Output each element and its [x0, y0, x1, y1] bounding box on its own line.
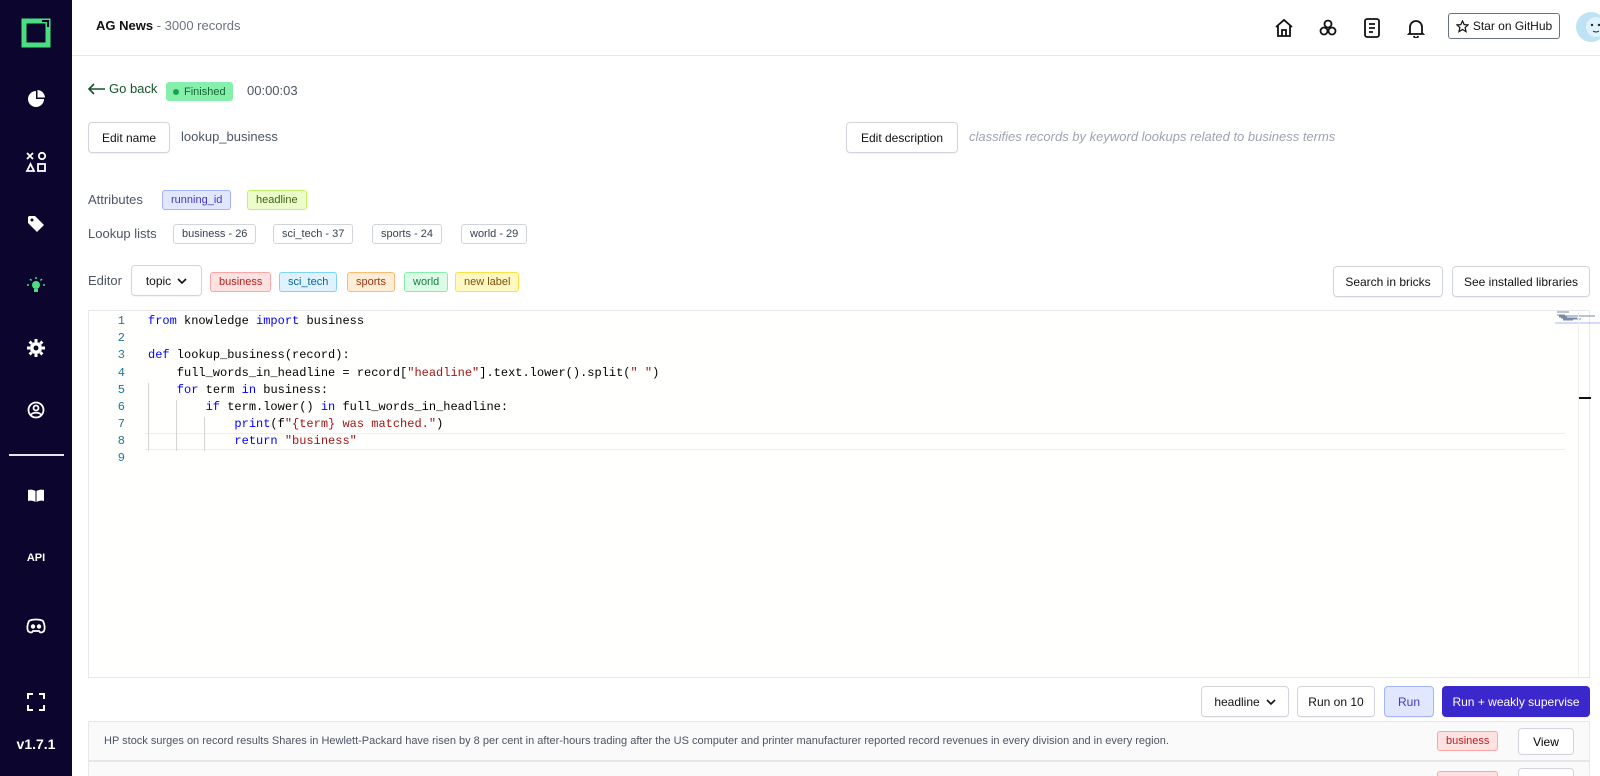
label-chip-business[interactable]: business [210, 272, 272, 292]
result-text: HP stock surges on record results Shares… [104, 735, 1169, 747]
attribute-select[interactable]: headline [1201, 686, 1289, 717]
tag-icon[interactable] [24, 212, 48, 236]
code-line: if term.lower() in full_words_in_headlin… [148, 400, 509, 414]
shapes-icon[interactable] [24, 150, 48, 174]
lookup-lists-label: Lookup lists [88, 226, 157, 241]
status-label: Finished [184, 85, 226, 98]
home-icon[interactable] [1272, 16, 1296, 40]
bell-icon[interactable] [1404, 16, 1428, 40]
label-chip-new-label[interactable]: new label [455, 272, 520, 292]
task-select[interactable]: topic [131, 265, 202, 296]
chevron-down-icon [177, 277, 187, 284]
code-editor[interactable]: 1 2 3 4 5 6 7 8 9 from knowledge import … [88, 310, 1600, 678]
task-select-value: topic [145, 273, 172, 288]
project-title: AG News - 3000 records [96, 18, 241, 33]
label-chip-sci-tech[interactable]: sci_tech [279, 272, 338, 292]
label-chip-world[interactable]: world [404, 272, 449, 292]
current-line-highlight [145, 433, 1565, 450]
pie-chart-icon[interactable] [24, 87, 48, 111]
star-icon [1455, 19, 1469, 33]
avatar[interactable] [1576, 12, 1600, 42]
top-header: AG News - 3000 records Star on GitHub [72, 0, 1600, 56]
run-duration: 00:00:03 [247, 83, 298, 98]
app-version: v1.7.1 [16, 736, 56, 752]
gear-icon[interactable] [24, 336, 48, 360]
code-line: from knowledge import business [148, 314, 365, 328]
document-icon[interactable] [1360, 16, 1384, 40]
run-on-10-button[interactable]: Run on 10 [1297, 686, 1375, 717]
star-on-github-button[interactable]: Star on GitHub [1448, 13, 1560, 39]
attribute-chip-running-id[interactable]: running_id [162, 190, 232, 210]
result-row: business View [88, 761, 1590, 776]
function-description: classifies records by keyword lookups re… [969, 129, 1336, 144]
run-weakly-supervise-button[interactable]: Run + weakly supervise [1442, 686, 1590, 717]
lookup-list-chip[interactable]: sci_tech - 37 [273, 224, 354, 244]
line-number: 4 [117, 366, 125, 380]
chevron-down-icon [1266, 698, 1276, 705]
function-name: lookup_business [181, 129, 278, 144]
line-number: 7 [117, 417, 125, 431]
project-name: AG News [96, 18, 154, 33]
result-label-chip: business [1437, 731, 1499, 751]
attributes-label: Attributes [88, 192, 143, 207]
go-back-label: Go back [109, 81, 158, 96]
arrow-left-icon [88, 82, 105, 95]
attribute-select-value: headline [1214, 694, 1260, 709]
bulb-icon[interactable] [24, 274, 48, 298]
app-logo[interactable] [20, 17, 52, 49]
code-line: full_words_in_headline = record["headlin… [148, 366, 660, 380]
user-circle-icon[interactable] [24, 398, 48, 422]
record-count: 3000 records [164, 18, 241, 33]
sidebar: API v1.7.1 [0, 0, 72, 776]
view-record-button[interactable]: View [1518, 728, 1574, 755]
lookup-list-chip[interactable]: world - 29 [461, 224, 528, 244]
line-number: 8 [117, 434, 125, 448]
code-line: print(f"{term} was matched.") [148, 417, 444, 431]
lookup-list-chip[interactable]: sports - 24 [372, 224, 442, 244]
community-icon[interactable] [1316, 16, 1340, 40]
search-in-bricks-button[interactable]: Search in bricks [1333, 266, 1443, 297]
star-on-github-label: Star on GitHub [1472, 19, 1553, 33]
status-dot-icon [173, 88, 179, 95]
edit-description-button[interactable]: Edit description [846, 122, 958, 153]
code-line: def lookup_business(record): [148, 348, 350, 362]
lookup-list-chip[interactable]: business - 26 [173, 224, 257, 244]
api-link[interactable]: API [22, 552, 50, 564]
run-button[interactable]: Run [1384, 686, 1434, 717]
result-row: HP stock surges on record results Shares… [88, 721, 1590, 761]
label-chip-sports[interactable]: sports [347, 272, 395, 292]
result-label-chip: business [1437, 771, 1499, 776]
line-number: 1 [117, 314, 125, 328]
see-installed-libraries-button[interactable]: See installed libraries [1452, 266, 1590, 297]
line-number: 6 [117, 400, 125, 414]
discord-icon[interactable] [24, 614, 48, 638]
edit-name-button[interactable]: Edit name [88, 122, 170, 153]
sidebar-divider [9, 454, 64, 456]
line-number: 5 [117, 383, 125, 397]
status-badge: Finished [166, 82, 233, 101]
expand-icon[interactable] [24, 690, 48, 714]
scroll-thumb[interactable] [1579, 397, 1591, 399]
line-number: 3 [117, 348, 125, 362]
line-number: 9 [117, 451, 125, 465]
line-number: 2 [117, 331, 125, 345]
book-icon[interactable] [24, 484, 48, 508]
editor-scrollbar[interactable] [1578, 311, 1591, 677]
code-line: for term in business: [148, 383, 329, 397]
code-line: return "business" [148, 434, 357, 448]
editor-label: Editor [88, 273, 122, 288]
attribute-chip-headline[interactable]: headline [247, 190, 307, 210]
go-back-link[interactable]: Go back [88, 81, 157, 96]
project-separator: - [153, 18, 165, 33]
view-record-button[interactable]: View [1518, 768, 1574, 776]
